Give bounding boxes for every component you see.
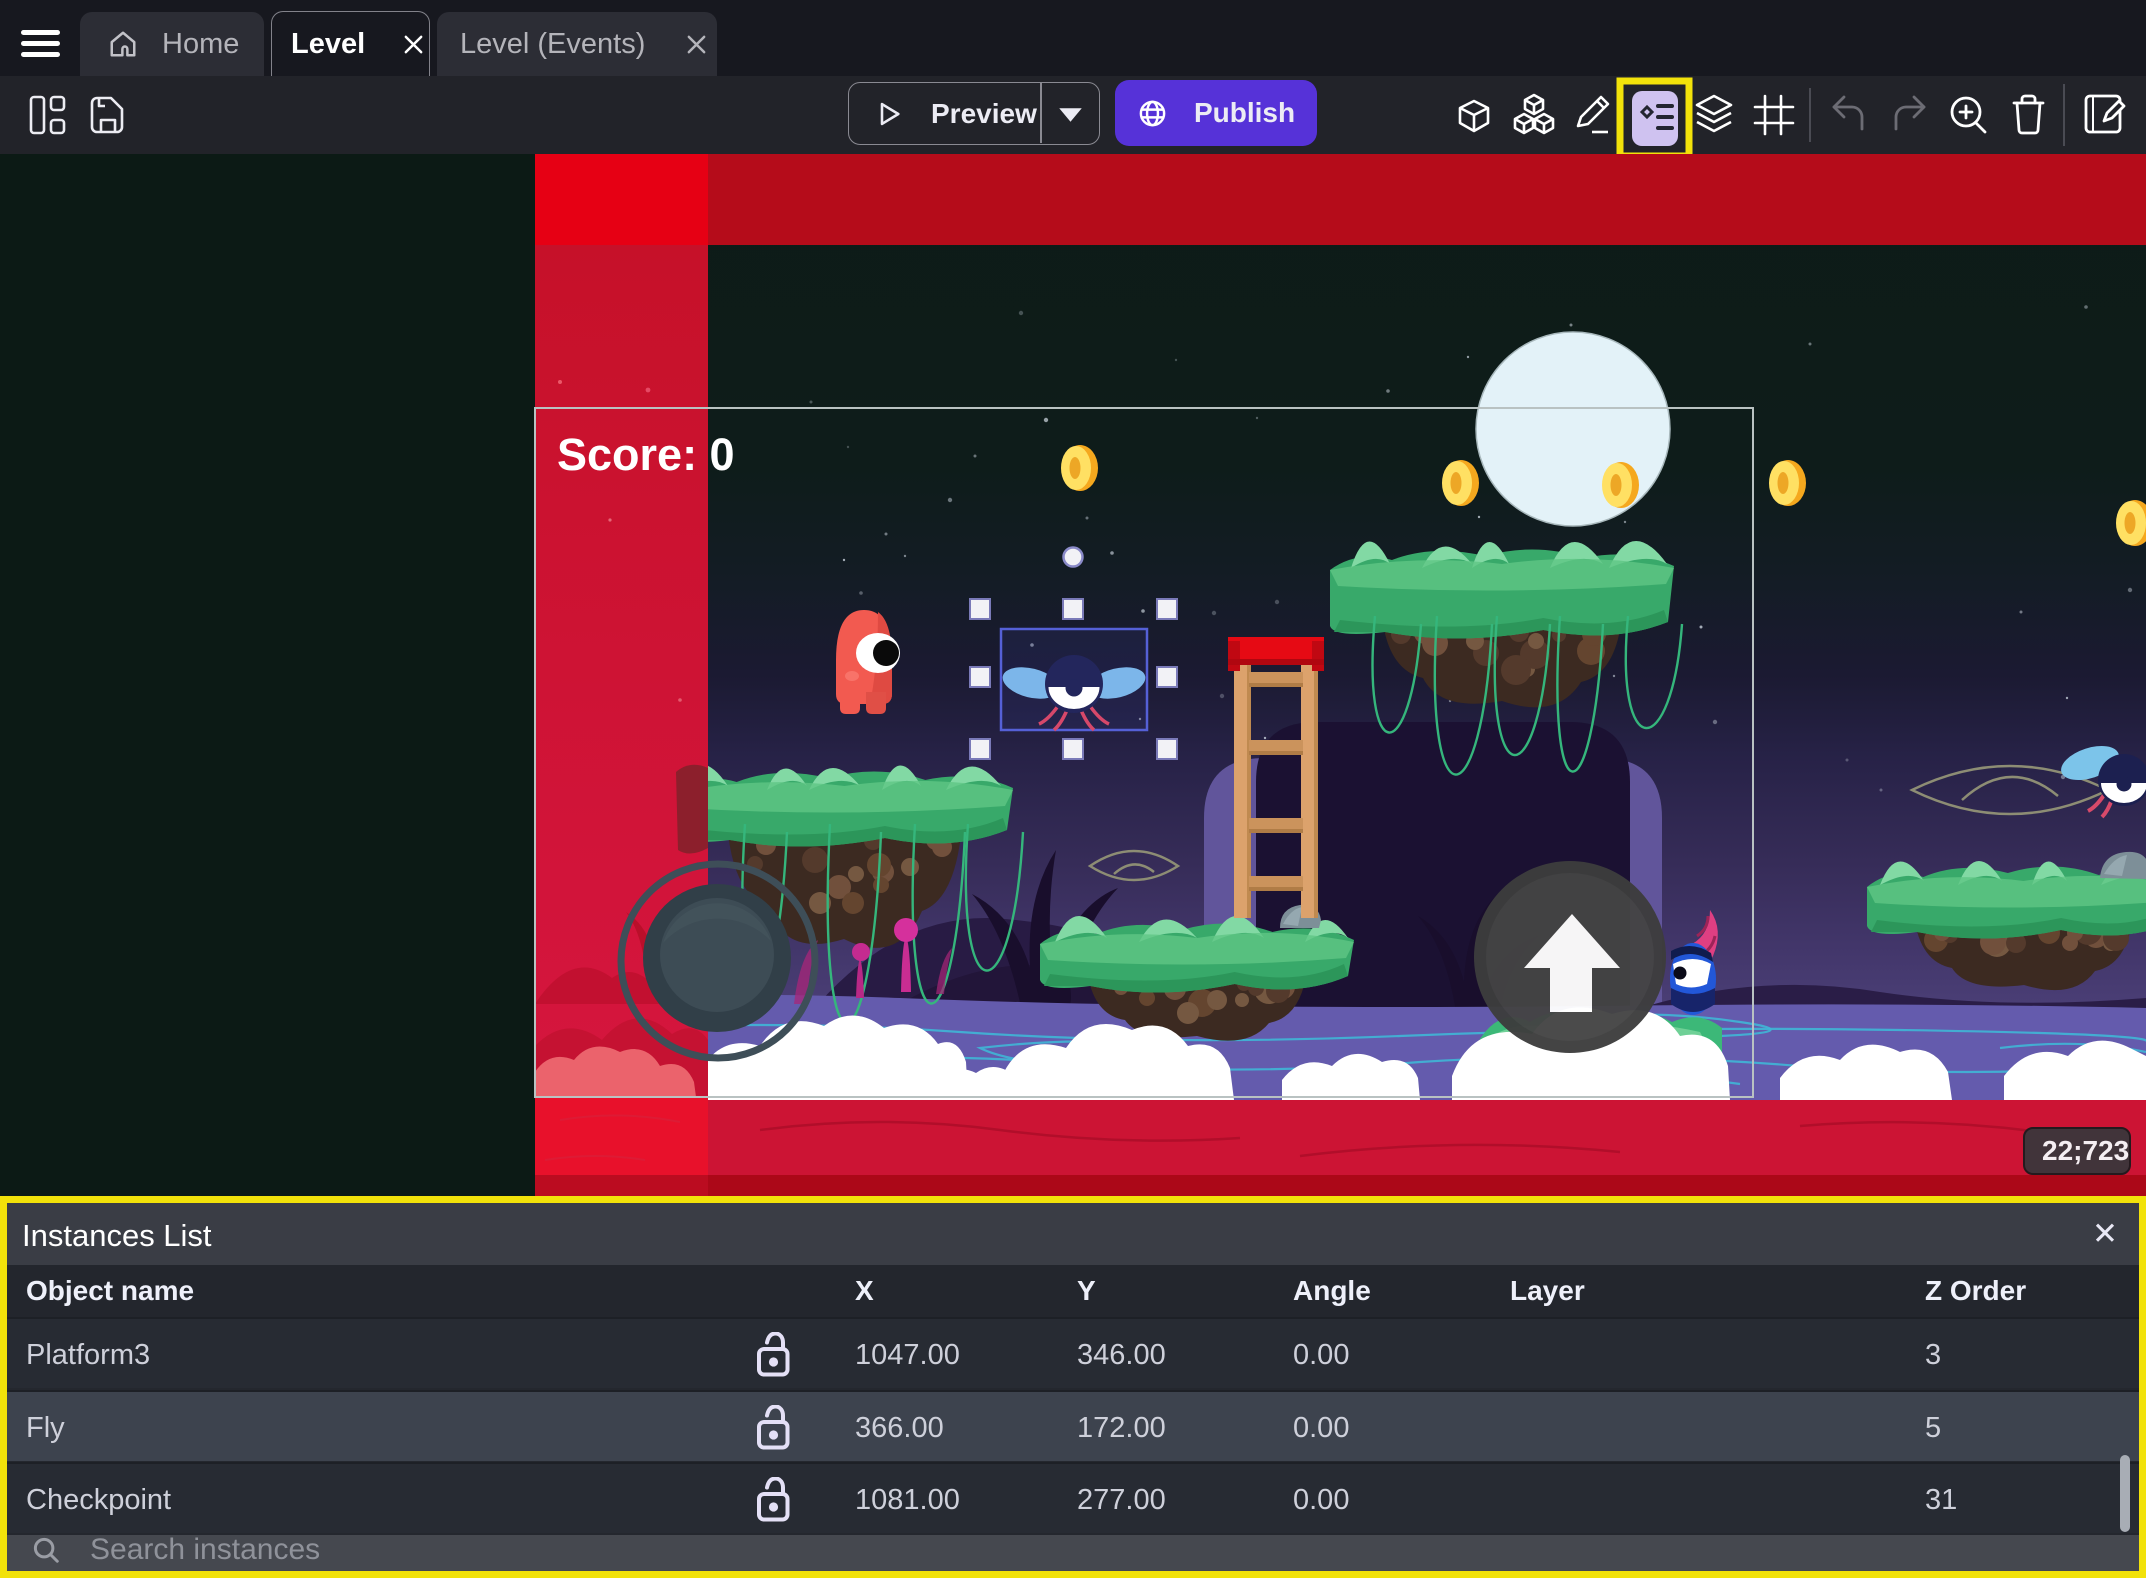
svg-text:22;723: 22;723 <box>2042 1135 2129 1166</box>
svg-text:Score: 0: Score: 0 <box>557 429 735 480</box>
